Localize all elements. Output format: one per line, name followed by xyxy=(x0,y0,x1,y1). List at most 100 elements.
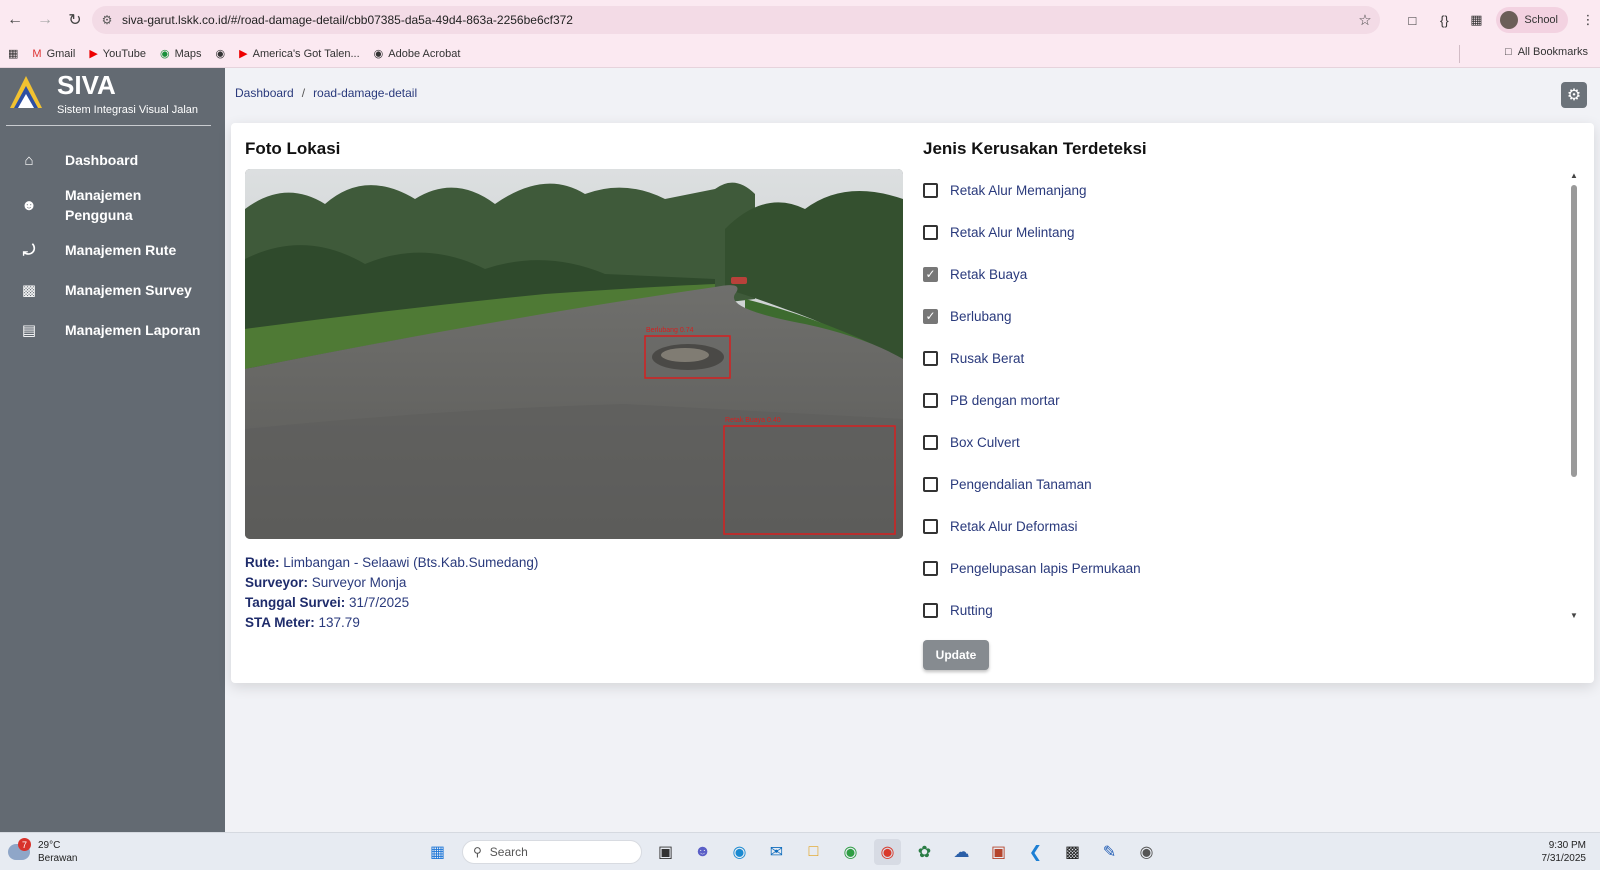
checkbox[interactable] xyxy=(923,182,938,198)
damage-checkbox-row[interactable]: Rusak Berat xyxy=(923,337,1563,379)
task-view-icon[interactable]: ▣ xyxy=(652,839,679,865)
pen-app-icon[interactable]: ✎ xyxy=(1096,839,1123,865)
checkbox-label: Retak Alur Deformasi xyxy=(950,518,1078,534)
bookmark-agt[interactable]: ▶ America's Got Talen... xyxy=(239,47,360,61)
info-sta: STA Meter: 137.79 xyxy=(245,613,538,633)
breadcrumb-home-link[interactable]: Dashboard xyxy=(235,86,294,100)
camera-app-icon[interactable]: ◉ xyxy=(1133,839,1160,865)
folder-icon: □ xyxy=(1505,46,1512,58)
image-app-icon[interactable]: ▣ xyxy=(985,839,1012,865)
update-button[interactable]: Update xyxy=(923,640,989,670)
checkbox[interactable] xyxy=(923,602,938,618)
damage-checkbox-row[interactable]: Box Culvert xyxy=(923,421,1563,463)
info-value: 31/7/2025 xyxy=(349,595,410,610)
checkbox[interactable] xyxy=(923,392,938,408)
file-explorer-icon[interactable]: □ xyxy=(800,839,827,865)
checkbox-label: Pengendalian Tanaman xyxy=(950,476,1092,492)
weather-temp: 29°C xyxy=(38,840,61,851)
terminal-icon[interactable]: ▩ xyxy=(1059,839,1086,865)
bookmark-globe[interactable]: ◉ xyxy=(216,47,226,60)
road-photo-image: Berlubang 0.74 Retak Buaya 0.40 xyxy=(245,169,903,539)
apps-grid-icon[interactable]: ▦ xyxy=(8,47,18,60)
brand: SIVA Sistem Integrasi Visual Jalan xyxy=(0,68,225,126)
damage-checkbox-row[interactable]: ✓ Berlubang xyxy=(923,295,1563,337)
damage-checkbox-row[interactable]: Retak Alur Melintang xyxy=(923,211,1563,253)
bookmark-gmail[interactable]: M Gmail xyxy=(32,48,75,60)
teams-icon[interactable]: ☻ xyxy=(689,839,716,865)
damage-checkbox-row[interactable]: Retak Alur Deformasi xyxy=(923,505,1563,547)
vscode-icon[interactable]: ❮ xyxy=(1022,839,1049,865)
sidebar-item-manajemen-rute[interactable]: ⤾ Manajemen Rute xyxy=(0,230,225,270)
menu-kebab-icon[interactable]: ⋮ xyxy=(1576,8,1600,32)
edge-icon[interactable]: ◉ xyxy=(726,839,753,865)
checkbox[interactable] xyxy=(923,224,938,240)
checkbox[interactable] xyxy=(923,350,938,366)
reading-mode-icon[interactable]: □ xyxy=(1400,8,1424,32)
checkbox[interactable] xyxy=(923,476,938,492)
route-icon: ⤾ xyxy=(22,241,36,259)
location-photo: Berlubang 0.74 Retak Buaya 0.40 xyxy=(245,169,903,539)
cloud-icon: 7 xyxy=(8,838,31,860)
chrome-icon[interactable]: ◉ xyxy=(837,839,864,865)
breadcrumb-separator: / xyxy=(301,86,306,100)
checkbox[interactable]: ✓ xyxy=(923,266,938,282)
gear-icon[interactable]: ⚙ xyxy=(1561,82,1587,108)
bookmark-star-icon[interactable]: ☆ xyxy=(1350,11,1380,29)
extensions-puzzle-icon[interactable]: ▦ xyxy=(1464,8,1488,32)
info-key: STA Meter: xyxy=(245,615,315,630)
scrollbar-thumb[interactable] xyxy=(1571,185,1577,477)
checkbox[interactable]: ✓ xyxy=(923,308,938,324)
bookmark-maps[interactable]: ◉ Maps xyxy=(160,47,202,61)
damage-checkbox-row[interactable]: Pengendalian Tanaman xyxy=(923,463,1563,505)
globe-icon: ◉ xyxy=(373,48,384,60)
taskbar-clock[interactable]: 9:30 PM 7/31/2025 xyxy=(1542,839,1587,865)
extension-icon[interactable]: {} xyxy=(1432,8,1456,32)
checkbox[interactable] xyxy=(923,518,938,534)
sidebar-item-manajemen-pengguna[interactable]: ☻ Manajemen Pengguna xyxy=(0,180,225,230)
sidebar-item-manajemen-laporan[interactable]: ▤ Manajemen Laporan xyxy=(0,310,225,350)
chrome-active-icon[interactable]: ◉ xyxy=(874,839,901,865)
bookmark-youtube[interactable]: ▶ YouTube xyxy=(89,47,146,61)
checkbox[interactable] xyxy=(923,434,938,450)
damage-checkbox-row[interactable]: PB dengan mortar xyxy=(923,379,1563,421)
damage-checkbox-row[interactable]: Pengelupasan lapis Permukaan xyxy=(923,547,1563,589)
info-value: 137.79 xyxy=(318,615,360,630)
damage-checkbox-row[interactable]: Rutting xyxy=(923,589,1563,631)
damage-checkbox-row[interactable]: ✓ Retak Buaya xyxy=(923,253,1563,295)
damage-checkbox-row[interactable]: Retak Alur Memanjang xyxy=(923,169,1563,211)
checklist-scrollbar[interactable]: ▲ ▼ xyxy=(1569,171,1579,621)
forward-icon[interactable]: → xyxy=(30,5,60,35)
photo-section-title: Foto Lokasi xyxy=(245,139,341,158)
sidebar-item-label: Manajemen Laporan xyxy=(65,322,201,338)
scroll-down-icon[interactable]: ▼ xyxy=(1569,611,1579,620)
checkbox[interactable] xyxy=(923,560,938,576)
home-icon: ⌂ xyxy=(24,151,34,169)
scroll-up-icon[interactable]: ▲ xyxy=(1569,171,1579,180)
notification-badge: 7 xyxy=(18,838,31,851)
sidebar-menu: ⌂ Dashboard ☻ Manajemen Pengguna ⤾ Manaj… xyxy=(0,140,225,350)
back-icon[interactable]: ← xyxy=(0,5,30,35)
outlook-icon[interactable]: ✉ xyxy=(763,839,790,865)
site-info-icon[interactable]: ⚙ xyxy=(92,13,122,27)
checkbox-label: Retak Alur Memanjang xyxy=(950,182,1087,198)
reload-icon[interactable]: ↻ xyxy=(60,5,90,35)
checkbox-label: Berlubang xyxy=(950,308,1012,324)
all-bookmarks[interactable]: □ All Bookmarks xyxy=(1505,46,1588,58)
taskbar-search[interactable]: ⚲ Search xyxy=(462,840,642,864)
cloud-app-icon[interactable]: ☁ xyxy=(948,839,975,865)
url-text[interactable]: siva-garut.lskk.co.id/#/road-damage-deta… xyxy=(122,13,1350,27)
address-bar[interactable]: ⚙ siva-garut.lskk.co.id/#/road-damage-de… xyxy=(92,6,1380,34)
sidebar-item-dashboard[interactable]: ⌂ Dashboard xyxy=(0,140,225,180)
taskbar: 7 29°C Berawan ▦ ⚲ Search ▣ ☻ ◉ ✉ □ ◉ ◉ … xyxy=(0,832,1600,870)
sidebar-item-manajemen-survey[interactable]: ▩ Manajemen Survey xyxy=(0,270,225,310)
damage-checklist: Retak Alur Memanjang Retak Alur Melintang… xyxy=(923,169,1563,631)
profile-button[interactable]: School xyxy=(1496,7,1568,33)
app-leaf-icon[interactable]: ✿ xyxy=(911,839,938,865)
divider xyxy=(6,125,211,126)
info-key: Tanggal Survei: xyxy=(245,595,346,610)
clock-time: 9:30 PM xyxy=(1548,840,1586,851)
windows-start-icon[interactable]: ▦ xyxy=(424,839,451,865)
bookmark-acrobat[interactable]: ◉ Adobe Acrobat xyxy=(373,47,461,61)
weather-widget[interactable]: 7 29°C Berawan xyxy=(8,838,77,865)
taskbar-pinned-apps: ▣ ☻ ◉ ✉ □ ◉ ◉ ✿ ☁ ▣ ❮ ▩ ✎ ◉ xyxy=(652,839,1160,865)
